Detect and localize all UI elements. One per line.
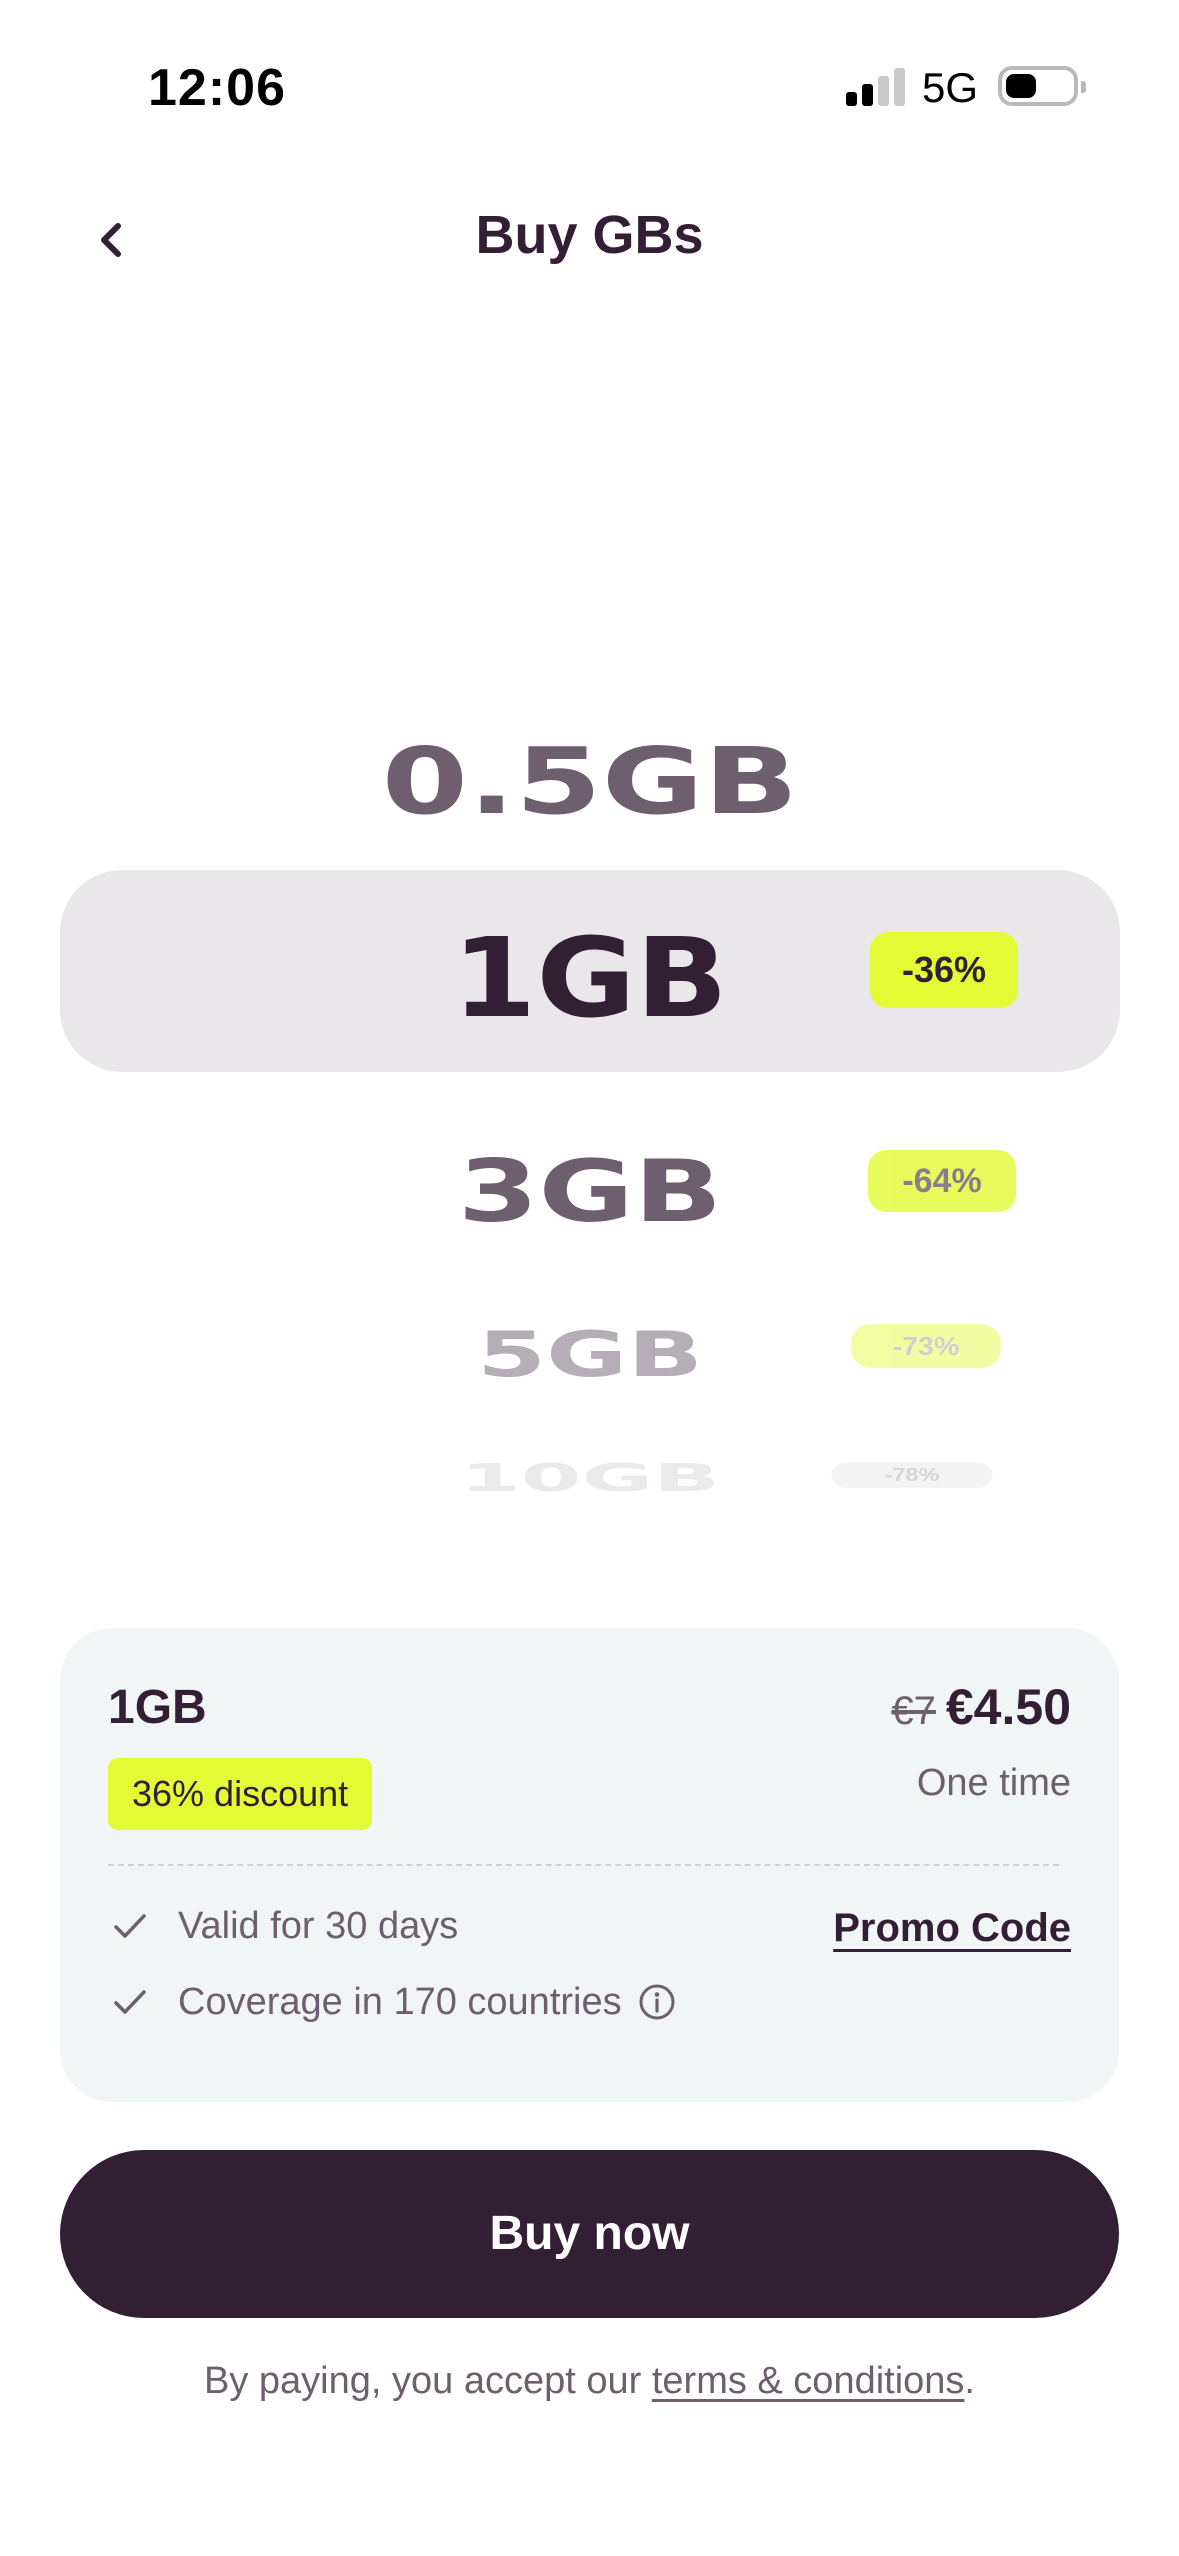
discount-pill: -78% [831,1462,993,1488]
battery-icon [998,66,1086,106]
check-icon [114,1914,146,1938]
terms-prefix: By paying, you accept our [204,2360,652,2402]
current-price: €4.50 [945,1679,1071,1735]
picker-option-3gb[interactable]: 3GB -64% [60,1120,1120,1242]
nav-bar: Buy GBs [0,190,1179,290]
terms-link[interactable]: terms & conditions [652,2360,965,2402]
dashed-divider [108,1864,1059,1866]
terms-notice: By paying, you accept our terms & condit… [0,2360,1179,2403]
payment-frequency: One time [916,1762,1071,1804]
status-bar: 12:06 5G [0,0,1179,150]
picker-option-label: 5GB [476,1318,704,1391]
picker-option-0-5gb[interactable]: 0.5GB [60,710,1120,835]
info-icon[interactable] [638,1983,676,2021]
picker-option-5gb[interactable]: 5GB -73% [60,1300,1120,1400]
network-type: 5G [922,64,979,111]
discount-badge: 36% discount [108,1758,373,1830]
price-block: €7 €4.50 [891,1678,1071,1736]
check-icon [114,1990,146,2014]
feature-validity: Valid for 30 days [108,1904,458,1948]
status-time: 12:06 [148,59,286,117]
data-amount-picker[interactable]: 0.5GB 1GB -36% 3GB -64% 5GB -73% 10GB -7… [0,680,1179,1580]
discount-pill: -64% [868,1150,1016,1212]
picker-option-10gb[interactable]: 10GB -78% [60,1440,1120,1520]
promo-code-link[interactable]: Promo Code [833,1906,1071,1951]
discount-pill: -36% [870,932,1018,1008]
feature-text: Coverage in 170 countries [178,1980,622,2023]
feature-text: Valid for 30 days [178,1904,459,1947]
feature-coverage: Coverage in 170 countries [108,1980,676,2024]
selected-plan: 1GB [108,1681,207,1734]
picker-option-1gb-selected[interactable]: 1GB -36% [60,870,1120,1072]
terms-suffix: . [964,2360,975,2402]
picker-option-label: 10GB [459,1456,720,1500]
summary-card: 1GB €7 €4.50 36% discount One time Valid … [60,1628,1119,2102]
discount-pill: -73% [851,1324,1001,1368]
buy-now-button[interactable]: Buy now [60,2150,1119,2318]
signal-bars-icon [846,66,906,106]
original-price: €7 [891,1689,936,1733]
picker-option-label: 0.5GB [381,728,799,835]
page-title: Buy GBs [475,205,704,265]
